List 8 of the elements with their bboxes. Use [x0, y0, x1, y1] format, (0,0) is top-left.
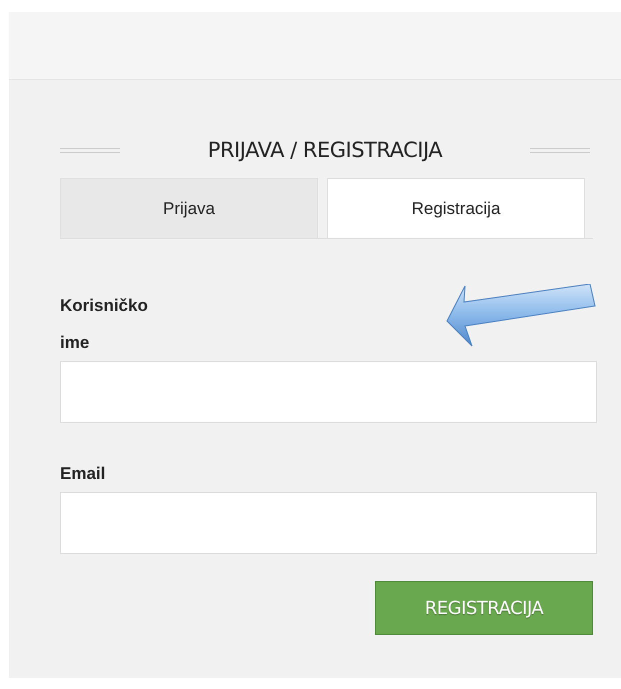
tab[interactable]: Registracija [327, 178, 585, 238]
input-field[interactable] [60, 492, 597, 554]
input-field[interactable] [60, 361, 597, 423]
panel-title: PRIJAVA / REGISTRACIJA [208, 138, 442, 162]
field-label: Korisničko ime [60, 295, 149, 354]
tab[interactable]: Prijava [60, 178, 318, 238]
arrow-icon [445, 284, 597, 348]
field-label: Email [60, 463, 106, 485]
